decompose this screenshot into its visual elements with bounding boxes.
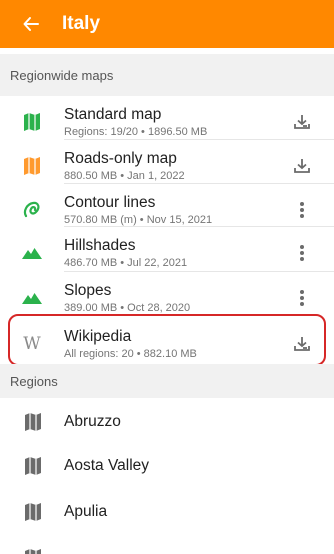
map-icon bbox=[20, 110, 44, 134]
map-name: Hillshades bbox=[64, 236, 136, 254]
contour-icon bbox=[20, 198, 44, 222]
region-row-apulia[interactable]: Apulia bbox=[0, 490, 334, 534]
map-name: Slopes bbox=[64, 281, 112, 299]
download-icon[interactable] bbox=[290, 154, 314, 178]
map-outline-icon bbox=[22, 455, 44, 477]
region-name: Abruzzo bbox=[64, 413, 121, 430]
region-row-aosta-valley[interactable]: Aosta Valley bbox=[0, 444, 334, 488]
back-arrow-icon[interactable] bbox=[18, 11, 44, 37]
region-name: Apulia bbox=[64, 503, 108, 520]
hillshade-icon bbox=[20, 241, 44, 265]
map-name: Contour lines bbox=[64, 193, 156, 211]
more-vert-icon[interactable] bbox=[290, 286, 314, 310]
map-icon bbox=[20, 154, 44, 178]
app-bar: Italy bbox=[0, 0, 334, 48]
download-done-icon[interactable] bbox=[290, 332, 314, 356]
map-outline-icon bbox=[22, 547, 44, 554]
region-name: Aosta Valley bbox=[64, 457, 150, 474]
map-row-wikipedia[interactable]: W Wikipedia All regions: 20 • 882.10 MB bbox=[0, 318, 334, 370]
map-outline-icon bbox=[22, 501, 44, 523]
more-vert-icon[interactable] bbox=[290, 241, 314, 265]
map-details: 880.50 MB • Jan 1, 2022 bbox=[64, 169, 185, 182]
map-name: Roads-only map bbox=[64, 149, 177, 167]
map-details: 389.00 MB • Oct 28, 2020 bbox=[64, 301, 191, 314]
map-details: Regions: 19/20 • 1896.50 MB bbox=[64, 125, 208, 138]
map-outline-icon bbox=[22, 411, 44, 433]
region-row-partial[interactable] bbox=[0, 536, 334, 554]
map-details: 570.80 MB (m) • Nov 15, 2021 bbox=[64, 213, 213, 226]
slope-icon bbox=[20, 286, 44, 310]
more-vert-icon[interactable] bbox=[290, 198, 314, 222]
download-done-icon[interactable] bbox=[290, 110, 314, 134]
section-header-regions: Regions bbox=[0, 364, 334, 398]
region-row-abruzzo[interactable]: Abruzzo bbox=[0, 400, 334, 444]
map-name: Wikipedia bbox=[64, 327, 132, 345]
page-title: Italy bbox=[62, 13, 101, 34]
map-name: Standard map bbox=[64, 105, 162, 123]
wikipedia-icon: W bbox=[23, 334, 41, 354]
map-details: 486.70 MB • Jul 22, 2021 bbox=[64, 256, 188, 269]
map-details: All regions: 20 • 882.10 MB bbox=[64, 347, 197, 360]
section-header-regionwide: Regionwide maps bbox=[0, 54, 334, 96]
